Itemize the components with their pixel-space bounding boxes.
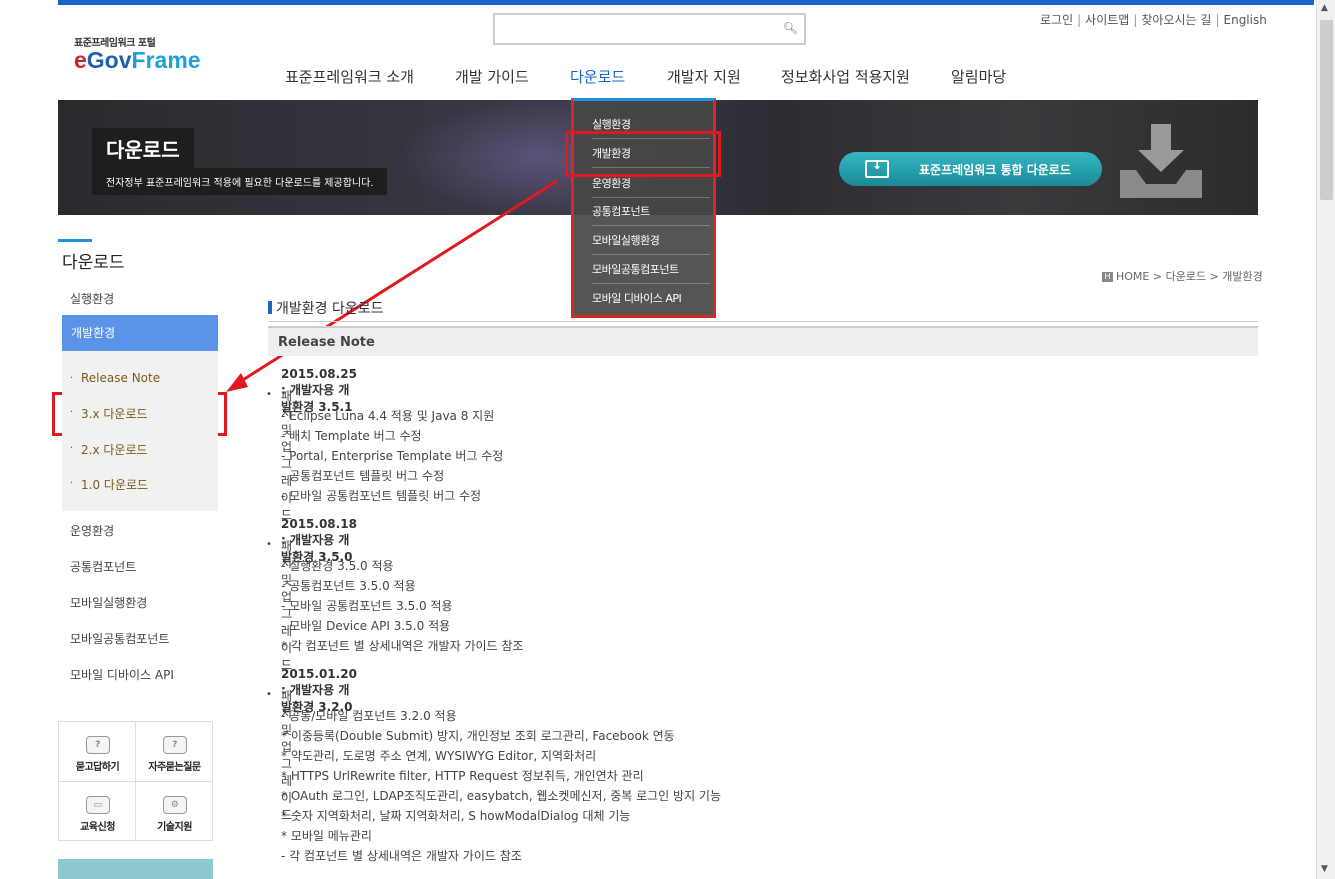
scroll-down-icon[interactable]: ▼ [1321, 864, 1328, 874]
release-line: * OAuth 로그인, LDAP조직도관리, easybatch, 웹소켓메신… [281, 789, 721, 803]
breadcrumb-home[interactable]: HOME [1116, 270, 1149, 283]
submenu-item-opsenv[interactable]: 운영환경 [592, 175, 710, 198]
quick-education-label: 교육신청 [80, 822, 115, 833]
lnb-item-common-component[interactable]: 공통컴포넌트 [70, 558, 136, 575]
briefcase-icon: ▭ [85, 796, 110, 814]
english-link[interactable]: English [1224, 13, 1267, 27]
submenu-item-mobile-device-api[interactable]: 모바일 디바이스 API [592, 290, 710, 312]
download-tray-icon [1120, 124, 1202, 198]
lnb-sub-3x-download[interactable]: 3.x 다운로드 [81, 405, 148, 422]
faq-bubble-icon: ? [162, 736, 187, 754]
quick-tech-support-label: 기술지원 [157, 822, 192, 833]
submenu-item-mobile-common[interactable]: 모바일공통컴포넌트 [592, 261, 710, 284]
release-line: - 각 컴포넌트 별 상세내역은 개발자 가이드 참조 [281, 849, 522, 863]
sitemap-link[interactable]: 사이트맵 [1085, 13, 1129, 27]
lnb-item-mobile-runtime[interactable]: 모바일실행환경 [70, 594, 147, 611]
banner-subtitle: 전자정부 표준프레임워크 적용에 필요한 다운로드를 제공합니다. [92, 168, 388, 195]
breadcrumb: H HOME > 다운로드 > 개발환경 [1102, 268, 1263, 284]
quick-faq[interactable]: ? 자주묻는질문 [136, 722, 213, 782]
quick-tech-support[interactable]: ⚙ 기술지원 [136, 782, 213, 842]
release-line: - 공통컴포넌트 템플릿 버그 수정 [281, 469, 445, 483]
release-line: - 공통컴포넌트 3.5.0 적용 [281, 579, 416, 593]
breadcrumb-level1[interactable]: 다운로드 [1166, 270, 1206, 283]
vertical-scrollbar[interactable]: ▲ ▼ [1316, 0, 1335, 879]
nav-item-notice[interactable]: 알림마당 [951, 66, 1006, 87]
bottom-banner-partial[interactable] [58, 859, 213, 879]
question-bubble-icon: ? [85, 736, 110, 754]
highlight-devenv-submenu [565, 131, 721, 177]
nav-item-project-support[interactable]: 정보화사업 적용지원 [781, 66, 910, 87]
release-line: * 모바일 메뉴관리 [281, 829, 372, 843]
release-line: * HTTPS UrlRewrite filter, HTTP Request … [281, 769, 644, 783]
utility-links: 로그인 | 사이트맵 | 찾아오시는 길 | English [1040, 13, 1267, 27]
lnb-item-runtime[interactable]: 실행환경 [70, 290, 114, 307]
release-line: - 모바일 Device API 3.5.0 적용 [281, 619, 451, 633]
lnb-item-devenv[interactable]: 개발환경 [62, 315, 218, 351]
egovframe-logo[interactable]: 표준프레임워크 포털 eGovFrame [74, 34, 201, 74]
release-line: - 공통/모바일 컴포넌트 3.2.0 적용 [281, 709, 457, 723]
lnb-item-opsenv[interactable]: 운영환경 [70, 522, 114, 539]
home-icon: H [1102, 272, 1113, 282]
search-input[interactable] [495, 15, 775, 43]
login-link[interactable]: 로그인 [1040, 13, 1073, 27]
release-line: * 각 컴포넌트 별 상세내역은 개발자 가이드 참조 [281, 639, 524, 653]
top-accent-line [58, 0, 1314, 5]
integrated-download-label: 표준프레임워크 통합 다운로드 [919, 162, 1071, 177]
release-line: * 이중등록(Double Submit) 방지, 개인정보 조회 로그관리, … [281, 729, 675, 743]
monitor-download-icon [865, 158, 889, 178]
breadcrumb-level2: 개발환경 [1222, 270, 1263, 283]
lnb-title-accent [58, 239, 92, 242]
directions-link[interactable]: 찾아오시는 길 [1141, 13, 1211, 27]
quick-qna-label: 묻고답하기 [75, 762, 120, 773]
page-title: 개발환경 다운로드 [276, 301, 384, 317]
quick-faq-label: 자주묻는질문 [148, 762, 201, 773]
nav-item-dev-guide[interactable]: 개발 가이드 [455, 66, 529, 87]
lnb-item-mobile-device-api[interactable]: 모바일 디바이스 API [70, 666, 174, 683]
lnb-title: 다운로드 [62, 253, 125, 273]
release-line: - 모바일 공통컴포넌트 템플릿 버그 수정 [281, 489, 482, 503]
lnb-sub-2x-download[interactable]: 2.x 다운로드 [81, 441, 148, 458]
lnb-item-mobile-common[interactable]: 모바일공통컴포넌트 [70, 630, 169, 647]
release-line: - 모바일 공통컴포넌트 3.5.0 적용 [281, 599, 453, 613]
nav-item-dev-support[interactable]: 개발자 지원 [667, 66, 741, 87]
release-note-header: Release Note [268, 326, 1258, 356]
lnb-sub-1-0-download[interactable]: 1.0 다운로드 [81, 476, 148, 493]
release-line: - Eclipse Luna 4.4 적용 및 Java 8 지원 [281, 409, 495, 423]
logo-wordmark: eGovFrame [74, 47, 201, 73]
content-title-accent [268, 301, 272, 314]
release-line: * 숫자 지역화처리, 날짜 지역화처리, S howModalDialog 대… [281, 809, 631, 823]
release-line: - Portal, Enterprise Template 버그 수정 [281, 449, 504, 463]
scrollbar-thumb[interactable] [1320, 20, 1333, 200]
banner-title: 다운로드 [92, 128, 194, 169]
search-box: 🔍︎ [493, 13, 806, 45]
quick-menu: ? 묻고답하기 ? 자주묻는질문 ▭ 교육신청 ⚙ 기술지원 [58, 721, 213, 841]
scroll-up-icon[interactable]: ▲ [1321, 3, 1328, 13]
submenu-item-mobile-runtime[interactable]: 모바일실행환경 [592, 232, 710, 255]
release-line: * 약도관리, 도로명 주소 연계, WYSIWYG Editor, 지역화처리 [281, 749, 597, 763]
nav-item-download[interactable]: 다운로드 [570, 66, 625, 87]
quick-education[interactable]: ▭ 교육신청 [59, 782, 136, 842]
integrated-download-button[interactable]: 표준프레임워크 통합 다운로드 [839, 152, 1102, 186]
lnb-sub-release-note[interactable]: Release Note [81, 371, 160, 385]
submenu-item-common-component[interactable]: 공통컴포넌트 [592, 203, 710, 226]
quick-qna[interactable]: ? 묻고답하기 [59, 722, 136, 782]
search-icon[interactable]: 🔍︎ [783, 21, 798, 35]
gear-icon: ⚙ [162, 796, 187, 814]
release-line: - 실행환경 3.5.0 적용 [281, 559, 394, 573]
nav-item-about[interactable]: 표준프레임워크 소개 [285, 66, 414, 87]
release-line: - 배치 Template 버그 수정 [281, 429, 422, 443]
